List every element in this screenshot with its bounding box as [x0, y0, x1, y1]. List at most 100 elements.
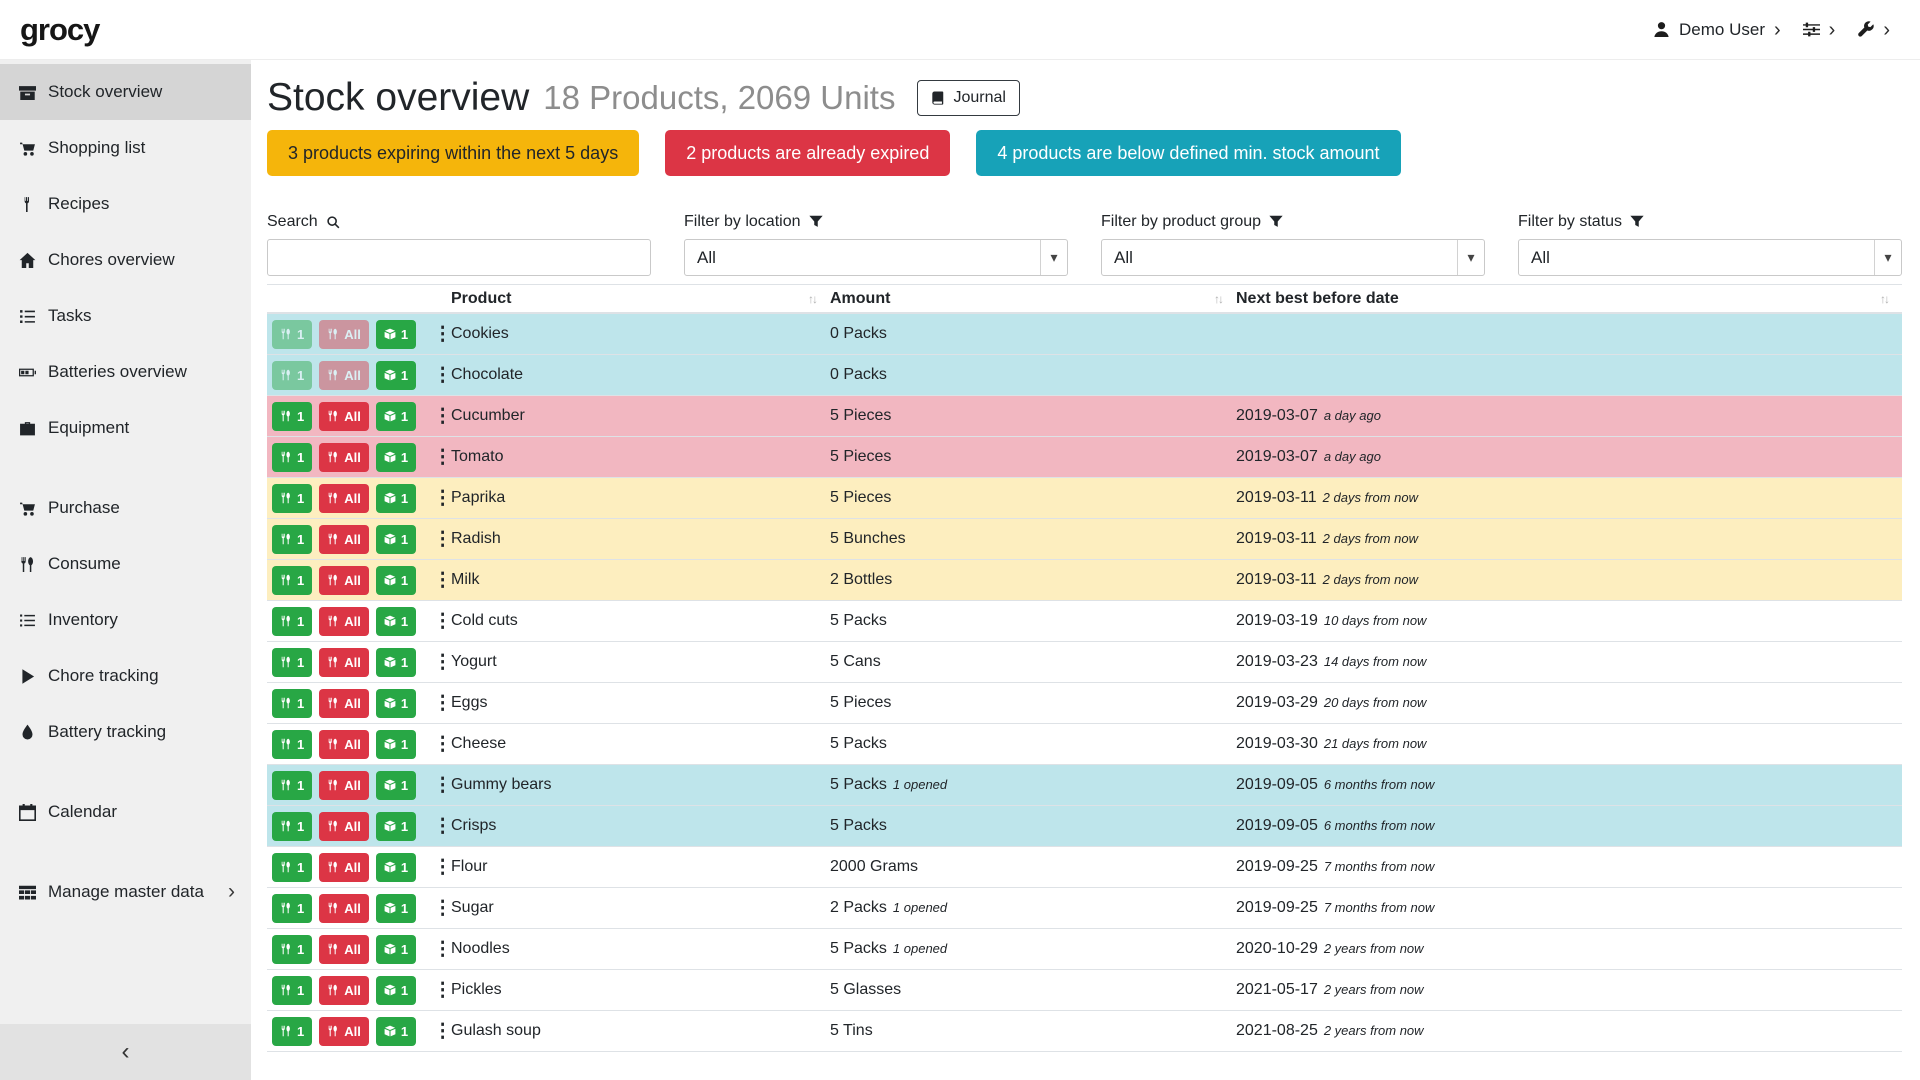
open-one-button[interactable]: 1 [376, 935, 416, 964]
consume-all-button[interactable]: All [319, 320, 369, 349]
open-one-button[interactable]: 1 [376, 607, 416, 636]
consume-one-button[interactable]: 1 [272, 607, 312, 636]
consume-all-button[interactable]: All [319, 976, 369, 1005]
sidebar-item-tasks[interactable]: Tasks [0, 288, 251, 344]
consume-one-button[interactable]: 1 [272, 1017, 312, 1046]
row-menu-button[interactable]: ⋮ [433, 940, 452, 959]
consume-all-button[interactable]: All [319, 607, 369, 636]
consume-one-button[interactable]: 1 [272, 689, 312, 718]
consume-one-button[interactable]: 1 [272, 402, 312, 431]
row-menu-button[interactable]: ⋮ [433, 653, 452, 672]
below-min-stock-banner[interactable]: 4 products are below defined min. stock … [976, 130, 1400, 176]
consume-all-button[interactable]: All [319, 853, 369, 882]
open-one-button[interactable]: 1 [376, 361, 416, 390]
consume-all-button[interactable]: All [319, 730, 369, 759]
sidebar-item-stock-overview[interactable]: Stock overview [0, 64, 251, 120]
sidebar-item-purchase[interactable]: Purchase [0, 480, 251, 536]
consume-all-button[interactable]: All [319, 648, 369, 677]
location-filter-select[interactable]: All ▾ [684, 239, 1068, 276]
sidebar-item-chore-tracking[interactable]: Chore tracking [0, 648, 251, 704]
row-menu-button[interactable]: ⋮ [433, 612, 452, 631]
open-one-button[interactable]: 1 [376, 1017, 416, 1046]
consume-one-button[interactable]: 1 [272, 976, 312, 1005]
row-menu-button[interactable]: ⋮ [433, 858, 452, 877]
consume-one-button[interactable]: 1 [272, 648, 312, 677]
open-one-button[interactable]: 1 [376, 525, 416, 554]
row-menu-button[interactable]: ⋮ [433, 407, 452, 426]
open-one-button[interactable]: 1 [376, 320, 416, 349]
row-menu-button[interactable]: ⋮ [433, 735, 452, 754]
open-one-button[interactable]: 1 [376, 648, 416, 677]
consume-one-button[interactable]: 1 [272, 525, 312, 554]
row-menu-button[interactable]: ⋮ [433, 366, 452, 385]
consume-one-button[interactable]: 1 [272, 771, 312, 800]
row-menu-button[interactable]: ⋮ [433, 448, 452, 467]
consume-all-button[interactable]: All [319, 402, 369, 431]
consume-all-button[interactable]: All [319, 894, 369, 923]
consume-all-button[interactable]: All [319, 812, 369, 841]
sidebar-item-consume[interactable]: Consume [0, 536, 251, 592]
sidebar-item-batteries-overview[interactable]: Batteries overview [0, 344, 251, 400]
consume-one-button[interactable]: 1 [272, 812, 312, 841]
sidebar-item-inventory[interactable]: Inventory [0, 592, 251, 648]
sidebar-item-battery-tracking[interactable]: Battery tracking [0, 704, 251, 760]
open-one-button[interactable]: 1 [376, 812, 416, 841]
column-header-product[interactable]: Product ↑↓ [451, 290, 830, 308]
open-one-button[interactable]: 1 [376, 853, 416, 882]
consume-one-button[interactable]: 1 [272, 443, 312, 472]
row-menu-button[interactable]: ⋮ [433, 1022, 452, 1041]
consume-all-button[interactable]: All [319, 525, 369, 554]
row-menu-button[interactable]: ⋮ [433, 571, 452, 590]
open-one-button[interactable]: 1 [376, 402, 416, 431]
consume-all-button[interactable]: All [319, 1017, 369, 1046]
open-one-button[interactable]: 1 [376, 484, 416, 513]
open-one-button[interactable]: 1 [376, 771, 416, 800]
consume-one-button[interactable]: 1 [272, 320, 312, 349]
consume-all-button[interactable]: All [319, 935, 369, 964]
column-header-best-before[interactable]: Next best before date ↑↓ [1236, 290, 1902, 308]
stock-settings-menu[interactable]: › [1803, 20, 1836, 40]
consume-all-button[interactable]: All [319, 361, 369, 390]
open-one-button[interactable]: 1 [376, 689, 416, 718]
consume-all-button[interactable]: All [319, 689, 369, 718]
sidebar-collapse-button[interactable]: ‹ [0, 1024, 251, 1080]
sidebar-item-shopping-list[interactable]: Shopping list [0, 120, 251, 176]
consume-one-button[interactable]: 1 [272, 484, 312, 513]
app-logo[interactable]: grocy [20, 12, 99, 48]
consume-one-button[interactable]: 1 [272, 894, 312, 923]
open-one-button[interactable]: 1 [376, 566, 416, 595]
journal-button[interactable]: Journal [917, 80, 1019, 116]
consume-all-button[interactable]: All [319, 566, 369, 595]
sidebar-item-chores-overview[interactable]: Chores overview [0, 232, 251, 288]
open-one-button[interactable]: 1 [376, 443, 416, 472]
consume-one-button[interactable]: 1 [272, 730, 312, 759]
row-menu-button[interactable]: ⋮ [433, 899, 452, 918]
sidebar-item-equipment[interactable]: Equipment [0, 400, 251, 456]
row-menu-button[interactable]: ⋮ [433, 817, 452, 836]
column-header-amount[interactable]: Amount ↑↓ [830, 290, 1236, 308]
product-group-filter-select[interactable]: All ▾ [1101, 239, 1485, 276]
expired-banner[interactable]: 2 products are already expired [665, 130, 950, 176]
open-one-button[interactable]: 1 [376, 730, 416, 759]
open-one-button[interactable]: 1 [376, 894, 416, 923]
status-filter-select[interactable]: All ▾ [1518, 239, 1902, 276]
consume-all-button[interactable]: All [319, 771, 369, 800]
row-menu-button[interactable]: ⋮ [433, 981, 452, 1000]
row-menu-button[interactable]: ⋮ [433, 776, 452, 795]
consume-one-button[interactable]: 1 [272, 935, 312, 964]
user-menu[interactable]: Demo User › [1653, 20, 1781, 40]
consume-one-button[interactable]: 1 [272, 853, 312, 882]
sidebar-item-manage-master-data[interactable]: Manage master data› [0, 864, 251, 920]
row-menu-button[interactable]: ⋮ [433, 325, 452, 344]
admin-menu[interactable]: › [1857, 20, 1890, 40]
consume-all-button[interactable]: All [319, 443, 369, 472]
open-one-button[interactable]: 1 [376, 976, 416, 1005]
row-menu-button[interactable]: ⋮ [433, 694, 452, 713]
consume-all-button[interactable]: All [319, 484, 369, 513]
expiring-banner[interactable]: 3 products expiring within the next 5 da… [267, 130, 639, 176]
search-input[interactable] [267, 239, 651, 276]
consume-one-button[interactable]: 1 [272, 361, 312, 390]
row-menu-button[interactable]: ⋮ [433, 530, 452, 549]
sidebar-item-recipes[interactable]: Recipes [0, 176, 251, 232]
consume-one-button[interactable]: 1 [272, 566, 312, 595]
